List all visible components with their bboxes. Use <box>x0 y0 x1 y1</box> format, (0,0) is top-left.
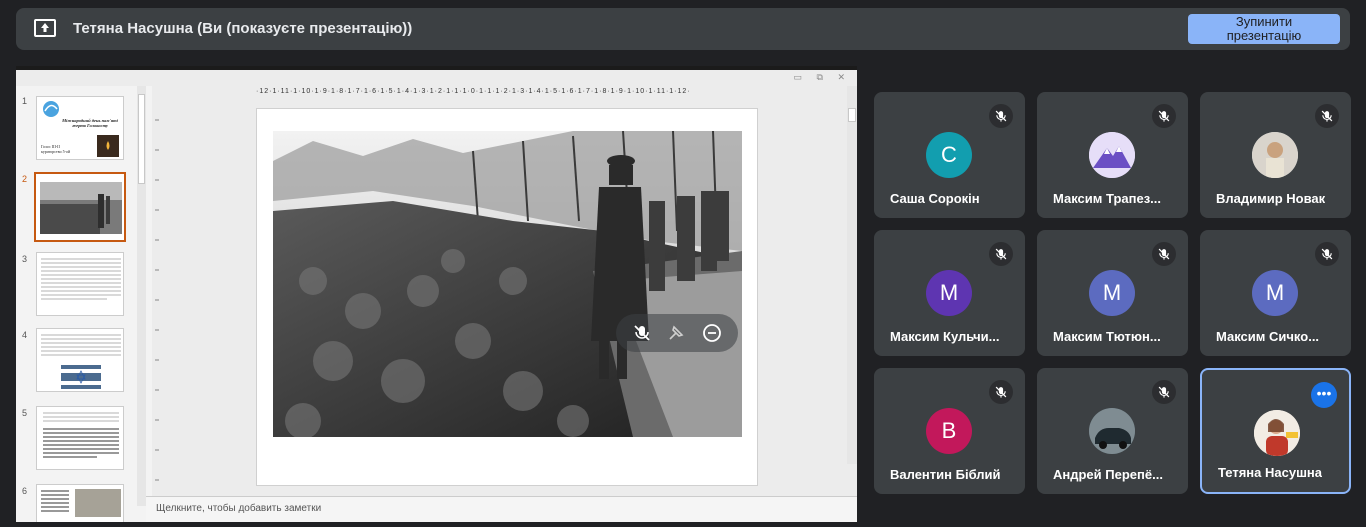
thumbnail-scrollbar[interactable] <box>137 86 146 506</box>
mic-off-icon <box>989 242 1013 266</box>
participant-name: Максим Тютюн... <box>1053 329 1161 344</box>
present-to-all-icon <box>34 19 56 37</box>
scrollbar-handle[interactable] <box>848 108 856 122</box>
participant-name: Владимир Новак <box>1216 191 1326 206</box>
horizontal-ruler: ·12·1·11·1·10·1·9·1·8·1·7·1·6·1·5·1·4·1·… <box>256 88 691 95</box>
presenter-mute-overlay <box>616 314 738 352</box>
mic-off-icon <box>1315 242 1339 266</box>
participant-tile[interactable]: ••• Тетяна Насушна <box>1200 368 1351 494</box>
window-controls[interactable]: ▭ ⧉ ✕ <box>794 72 851 83</box>
mic-off-icon <box>1315 104 1339 128</box>
participant-tile[interactable]: С Саша Сорокін <box>874 92 1025 218</box>
avatar <box>1089 132 1135 178</box>
thumbnail-number: 5 <box>22 408 28 418</box>
mic-off-icon <box>1152 104 1176 128</box>
participant-name: Максим Трапез... <box>1053 191 1161 206</box>
avatar <box>1254 410 1300 456</box>
participant-name: Саша Сорокін <box>890 191 980 206</box>
slide-3-preview <box>41 258 121 300</box>
thumbnail-number: 6 <box>22 486 28 496</box>
participant-tile[interactable]: Владимир Новак <box>1200 92 1351 218</box>
historical-photo <box>273 131 742 437</box>
thumbnail-number: 1 <box>22 96 28 106</box>
mic-off-icon <box>1152 380 1176 404</box>
slide-thumbnail-2[interactable] <box>34 172 126 242</box>
participant-name: Андрей Перепё... <box>1053 467 1163 482</box>
mic-off-icon <box>634 325 650 341</box>
mic-off-icon <box>1152 242 1176 266</box>
avatar: В <box>926 408 972 454</box>
participant-tile[interactable]: М Максим Тютюн... <box>1037 230 1188 356</box>
participant-tile[interactable]: М Максим Сичко... <box>1200 230 1351 356</box>
avatar <box>1089 408 1135 454</box>
stop-label-line1: Зупинити <box>1235 14 1293 29</box>
participant-name: Максим Сичко... <box>1216 329 1320 344</box>
slide-thumbnail-5[interactable] <box>36 406 124 470</box>
more-options-button[interactable]: ••• <box>1311 382 1337 408</box>
remove-icon <box>703 324 721 342</box>
stop-presenting-button[interactable]: Зупинити презентацію <box>1188 14 1340 44</box>
participant-tile[interactable]: Андрей Перепё... <box>1037 368 1188 494</box>
slide-thumbnail-6[interactable] <box>36 484 124 522</box>
slide-6-preview <box>41 489 121 517</box>
mic-off-icon <box>989 380 1013 404</box>
notes-pane[interactable]: Щелкните, чтобы добавить заметки <box>146 496 857 522</box>
slide-2-preview <box>36 174 124 240</box>
slide-4-preview <box>41 334 121 389</box>
slide-scrollbar[interactable] <box>847 86 857 464</box>
participant-tile[interactable]: В Валентин Біблий <box>874 368 1025 494</box>
slide-thumbnail-3[interactable] <box>36 252 124 316</box>
pin-icon <box>669 325 684 340</box>
thumbnail-number: 2 <box>22 174 28 184</box>
scrollbar-handle[interactable] <box>138 94 145 184</box>
slide-thumbnail-1[interactable]: Міжнародний день пам'яті жертв Голокосту… <box>36 96 124 160</box>
shared-presentation-window: ▭ ⧉ ✕ 1 Міжнародний день пам'яті жертв Г… <box>16 66 857 522</box>
thumbnail-number: 4 <box>22 330 28 340</box>
presenting-banner: Тетяна Насушна (Ви (показуєте презентаці… <box>16 8 1350 50</box>
presenting-title: Тетяна Насушна (Ви (показуєте презентаці… <box>73 20 413 37</box>
thumbnail-text: Голос ІІІ-ІІ кураторство 5-ой <box>41 144 71 154</box>
avatar: С <box>926 132 972 178</box>
vertical-ruler <box>155 119 159 481</box>
participant-name: Валентин Біблий <box>890 467 1001 482</box>
participant-tile[interactable]: Максим Трапез... <box>1037 92 1188 218</box>
stop-label-line2: презентацію <box>1226 28 1302 43</box>
mic-off-icon <box>989 104 1013 128</box>
slide-thumbnail-pane: 1 Міжнародний день пам'яті жертв Голокос… <box>16 86 152 522</box>
avatar <box>1252 132 1298 178</box>
participant-name: Тетяна Насушна <box>1218 465 1322 480</box>
current-slide[interactable] <box>256 108 758 486</box>
avatar: М <box>1089 270 1135 316</box>
participant-tile[interactable]: М Максим Кульчи... <box>874 230 1025 356</box>
thumbnail-title: Міжнародний день пам'яті жертв Голокосту <box>62 118 118 128</box>
thumbnail-number: 3 <box>22 254 28 264</box>
avatar: М <box>1252 270 1298 316</box>
slide-thumbnail-4[interactable] <box>36 328 124 392</box>
avatar: М <box>926 270 972 316</box>
participant-name: Максим Кульчи... <box>890 329 1000 344</box>
slide-5-preview <box>43 412 119 458</box>
